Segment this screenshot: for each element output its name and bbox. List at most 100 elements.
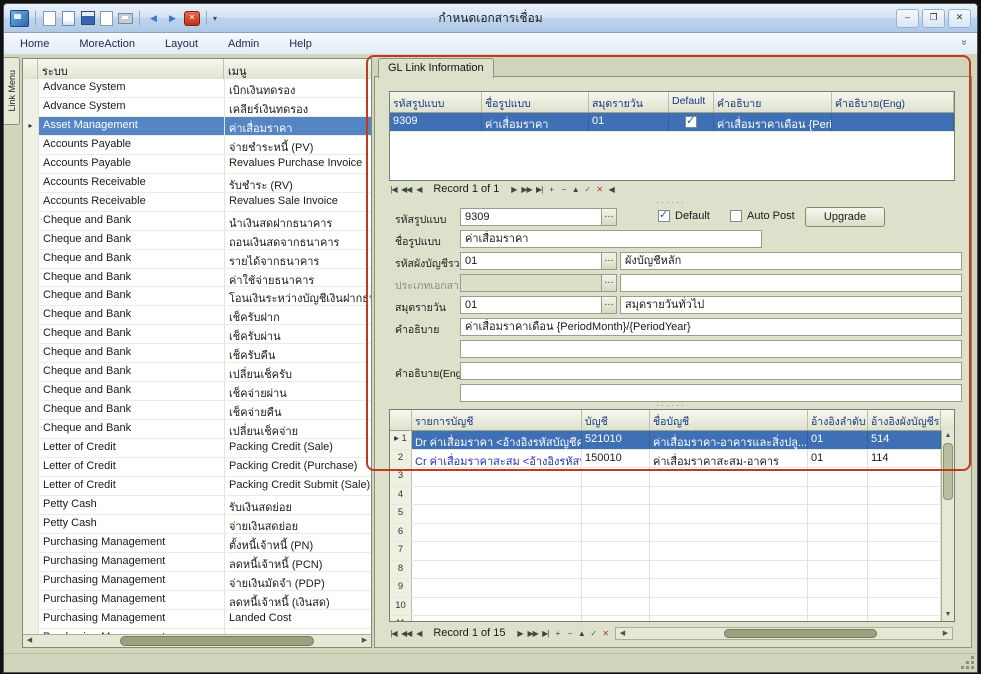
scroll-right-icon[interactable]: ▶: [358, 635, 371, 647]
format-grid-row[interactable]: 9309ค่าเสื่อมราคา01ค่าเสื่อมราคาเดือน {P…: [390, 113, 954, 132]
nav-last-icon[interactable]: ▶|: [541, 629, 550, 638]
scroll-up-icon[interactable]: ▲: [942, 430, 954, 442]
left-grid-row[interactable]: Cheque and Bankเช็ครับผ่าน: [23, 325, 371, 344]
column-header[interactable]: รายการบัญชี: [412, 410, 582, 430]
left-grid-row[interactable]: Purchasing Managementจ่ายเงินมัดจำ (PDP): [23, 572, 371, 591]
column-header[interactable]: คำอธิบาย(Eng): [832, 92, 954, 112]
menu-item-help[interactable]: Help: [289, 38, 312, 50]
entry-cell[interactable]: [808, 505, 868, 523]
menu-cell[interactable]: เช็คจ่ายคืน: [225, 401, 371, 419]
system-cell[interactable]: Purchasing Management: [39, 572, 225, 590]
system-cell[interactable]: Purchasing Management: [39, 553, 225, 571]
left-grid-row[interactable]: Cheque and Bankเช็ครับคืน: [23, 344, 371, 363]
system-cell[interactable]: Cheque and Bank: [39, 382, 225, 400]
forward-button[interactable]: ▶: [165, 11, 180, 26]
entry-cell[interactable]: [582, 579, 650, 597]
description-field-2[interactable]: [460, 340, 962, 358]
entry-cell[interactable]: [650, 579, 808, 597]
menu-cell[interactable]: รับชำระ (RV): [225, 174, 371, 192]
entry-cell[interactable]: [868, 561, 941, 579]
nav-delete-icon[interactable]: −: [559, 185, 568, 194]
entry-cell[interactable]: [808, 616, 868, 622]
print-preview-button[interactable]: [99, 11, 114, 26]
entry-cell[interactable]: [650, 598, 808, 616]
left-grid-row[interactable]: Accounts Payableจ่ายชำระหนี้ (PV): [23, 136, 371, 155]
nav-next-icon[interactable]: ▶: [515, 629, 524, 638]
minimize-button[interactable]: –: [896, 9, 919, 28]
column-header[interactable]: สมุดรายวัน: [589, 92, 669, 112]
default-cell[interactable]: [669, 113, 714, 131]
menu-cell[interactable]: จ่ายชำระหนี้ (PV): [225, 136, 371, 154]
menu-cell[interactable]: ลดหนี้เจ้าหนี้ (เงินสด): [225, 591, 371, 609]
format-cell[interactable]: ค่าเสื่อมราคา: [482, 113, 589, 131]
system-cell[interactable]: Cheque and Bank: [39, 212, 225, 230]
scrollbar-thumb[interactable]: [943, 443, 953, 500]
menu-cell[interactable]: Packing Credit (Purchase): [225, 458, 371, 476]
menu-item-moreaction[interactable]: MoreAction: [79, 38, 135, 50]
left-grid-row[interactable]: Purchasing Managementลดหนี้เจ้าหนี้ (PCN…: [23, 553, 371, 572]
system-cell[interactable]: Purchasing Management: [39, 610, 225, 628]
upgrade-button[interactable]: Upgrade: [805, 207, 885, 227]
system-column-header[interactable]: ระบบ: [38, 59, 224, 79]
print-button[interactable]: [118, 11, 133, 26]
save-button[interactable]: [80, 11, 95, 26]
left-grid-row[interactable]: Letter of CreditPacking Credit (Sale): [23, 439, 371, 458]
account-entry-row[interactable]: 11: [390, 616, 954, 622]
nav-delete-icon[interactable]: −: [565, 629, 574, 638]
account-entry-row[interactable]: 10: [390, 598, 954, 617]
system-cell[interactable]: Cheque and Bank: [39, 269, 225, 287]
column-header[interactable]: ชื่อรูปแบบ: [482, 92, 589, 112]
left-grid-row[interactable]: Purchasing ManagementLanded Cost: [23, 610, 371, 629]
menu-item-admin[interactable]: Admin: [228, 38, 259, 50]
nav-prev-icon[interactable]: ◀: [414, 629, 423, 638]
left-grid-row[interactable]: Cheque and Bankนำเงินสดฝากธนาคาร: [23, 212, 371, 231]
account-entry-row[interactable]: 5: [390, 505, 954, 524]
menu-cell[interactable]: Packing Credit Submit (Sale): [225, 477, 371, 495]
left-grid-row[interactable]: Letter of CreditPacking Credit (Purchase…: [23, 458, 371, 477]
system-cell[interactable]: Letter of Credit: [39, 458, 225, 476]
account-entry-row[interactable]: 7: [390, 542, 954, 561]
nav-commit-icon[interactable]: ✓: [589, 629, 598, 638]
entry-cell[interactable]: [868, 579, 941, 597]
entry-cell[interactable]: ค่าเสื่อมราคาสะสม-อาคาร: [650, 450, 808, 468]
menu-cell[interactable]: รับเงินสดย่อย: [225, 496, 371, 514]
entry-cell[interactable]: 114: [868, 450, 941, 468]
format-name-field[interactable]: ค่าเสื่อมราคา: [460, 230, 762, 248]
entry-cell[interactable]: [650, 487, 808, 505]
description-eng-field[interactable]: [460, 362, 962, 380]
entry-cell[interactable]: [582, 487, 650, 505]
left-grid-row[interactable]: Petty Cashจ่ายเงินสดย่อย: [23, 515, 371, 534]
entry-cell[interactable]: [412, 598, 582, 616]
entry-cell[interactable]: [650, 561, 808, 579]
entry-cell[interactable]: [412, 542, 582, 560]
checkbox-unchecked-icon[interactable]: [730, 210, 742, 222]
account-entry-row[interactable]: ▸ 1Dr ค่าเสื่อมราคา <อ้างอิงรหัสบัญชีค่า…: [390, 431, 954, 450]
left-grid-row[interactable]: Advance Systemเบิกเงินทดรอง: [23, 79, 371, 98]
nav-add-icon[interactable]: +: [547, 185, 556, 194]
left-grid-row[interactable]: Petty Cashรับเงินสดย่อย: [23, 496, 371, 515]
entry-cell[interactable]: [808, 468, 868, 486]
entry-cell[interactable]: [412, 468, 582, 486]
entry-cell[interactable]: Cr ค่าเสื่อมราคาสะสม <อ้างอิงรหัสบัญ...: [412, 450, 582, 468]
system-cell[interactable]: Accounts Receivable: [39, 193, 225, 211]
column-header[interactable]: คำอธิบาย: [714, 92, 832, 112]
entry-cell[interactable]: [412, 561, 582, 579]
entry-cell[interactable]: [412, 487, 582, 505]
left-grid-row[interactable]: Cheque and Bankเปลี่ยนเช็ครับ: [23, 363, 371, 382]
entry-cell[interactable]: [582, 598, 650, 616]
scrollbar-thumb[interactable]: [120, 636, 313, 646]
system-cell[interactable]: Accounts Payable: [39, 155, 225, 173]
entry-cell[interactable]: [868, 487, 941, 505]
system-cell[interactable]: Cheque and Bank: [39, 363, 225, 381]
system-cell[interactable]: Letter of Credit: [39, 477, 225, 495]
system-cell[interactable]: Advance System: [39, 79, 225, 97]
nav-prev-page-icon[interactable]: ◀◀: [401, 629, 411, 638]
system-cell[interactable]: Cheque and Bank: [39, 401, 225, 419]
description-eng-field-2[interactable]: [460, 384, 962, 402]
left-grid-row[interactable]: Cheque and Bankเช็ครับฝาก: [23, 306, 371, 325]
entry-cell[interactable]: [582, 524, 650, 542]
auto-post-checkbox[interactable]: Auto Post: [730, 210, 795, 222]
entry-cell[interactable]: [650, 468, 808, 486]
new-document-button[interactable]: [42, 11, 57, 26]
system-cell[interactable]: Petty Cash: [39, 496, 225, 514]
